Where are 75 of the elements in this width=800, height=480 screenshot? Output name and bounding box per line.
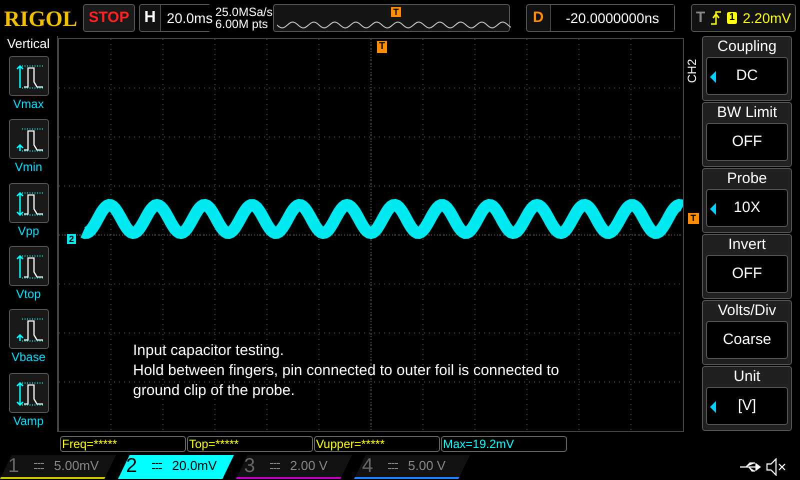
softkey-title: BW Limit (717, 103, 777, 123)
softkey-value: OFF (732, 132, 762, 152)
measure-button[interactable] (8, 309, 48, 350)
measure-button[interactable] (8, 56, 48, 96)
coupling-icon (152, 463, 162, 469)
mute-icon (766, 458, 786, 476)
timebase-label: H (143, 8, 157, 28)
timebase-value: 20.0ms (160, 5, 213, 31)
note-text: Hold between fingers, pin connected to outer foil is connected to (133, 361, 560, 381)
run-status[interactable]: STOP (82, 4, 136, 32)
adjust-arrow-icon (710, 203, 716, 215)
menu-softkey[interactable]: Probe 10X (702, 168, 792, 233)
usb-icon (740, 461, 762, 473)
channel-tab[interactable]: 3 2.00 V (236, 455, 352, 479)
trigger-position-marker: T (377, 41, 388, 53)
channel-tab[interactable]: 1 5.00mV (0, 455, 116, 479)
trigger-level: 2.20mV (742, 8, 791, 28)
measure-label: Vmin (14, 159, 42, 176)
measure-button[interactable] (8, 119, 48, 160)
softkey-value: [V] (738, 396, 756, 416)
channel-number: 3 (244, 454, 256, 479)
adjust-arrow-icon (710, 71, 716, 83)
softkey-title: Volts/Div (718, 301, 776, 321)
channel-marker: 2 (67, 234, 76, 244)
channel-number: 1 (8, 454, 20, 479)
rising-edge-icon (711, 11, 722, 25)
channel-number: 4 (362, 454, 374, 479)
menu-softkey[interactable]: Invert OFF (702, 234, 792, 299)
note-text: ground clip of the probe. (133, 381, 296, 401)
measurement-readout: Freq=***** (60, 436, 186, 452)
menu-title: Vertical (7, 36, 50, 52)
channel-name: CH2 (684, 59, 700, 83)
note-text: Input capacitor testing. (133, 341, 285, 361)
measure-button[interactable] (8, 246, 48, 286)
softkey-title: Probe (726, 169, 768, 189)
softkey-title: Invert (728, 235, 766, 255)
softkey-value: Coarse (722, 330, 772, 350)
softkey-title: Unit (734, 367, 760, 387)
measurement-readout: Top=***** (187, 436, 313, 452)
memory-depth: 6.00M pts (215, 18, 269, 30)
menu-softkey[interactable]: Unit [V] (702, 366, 792, 431)
menu-softkey[interactable]: BW Limit OFF (702, 102, 792, 167)
softkey-title: Coupling (717, 37, 777, 57)
coupling-icon (34, 463, 44, 469)
menu-softkey[interactable]: Volts/Div Coarse (702, 300, 792, 365)
channel-scale: 20.0mV (172, 457, 217, 476)
measurement-readout: Vupper=***** (314, 436, 440, 452)
trigger-level-marker: T (688, 213, 699, 224)
brand-logo: RIGOL (4, 4, 78, 32)
adjust-arrow-icon (710, 401, 716, 413)
measurement-readout: Max=19.2mV (441, 436, 567, 452)
delay-label: D (532, 8, 545, 28)
softkey-value: DC (736, 66, 758, 86)
measure-button[interactable] (8, 372, 48, 413)
delay-value: -20.0000000ns (550, 5, 674, 31)
menu-softkey[interactable]: Coupling DC (702, 36, 792, 101)
coupling-icon (270, 463, 280, 469)
softkey-value: OFF (732, 264, 762, 284)
measure-label: Vbase (11, 349, 46, 366)
channel-tab[interactable]: 4 5.00 V (354, 455, 470, 479)
trigger-source: 1 (727, 12, 737, 24)
measure-label: Vpp (18, 222, 40, 239)
measure-label: Vmax (13, 96, 44, 112)
softkey-value: 10X (734, 198, 760, 218)
coupling-icon (388, 463, 398, 469)
measure-button[interactable] (8, 182, 48, 223)
channel-scale: 5.00mV (54, 457, 99, 476)
channel-tab[interactable]: 2 20.0mV (118, 455, 234, 479)
trigger-label: T (696, 8, 706, 28)
trigger-position-marker: T (391, 7, 401, 17)
channel-number: 2 (126, 454, 138, 479)
measure-label: Vamp (13, 412, 44, 429)
channel-scale: 5.00 V (408, 457, 446, 476)
measure-label: Vtop (16, 286, 41, 302)
channel-scale: 2.00 V (290, 457, 328, 476)
